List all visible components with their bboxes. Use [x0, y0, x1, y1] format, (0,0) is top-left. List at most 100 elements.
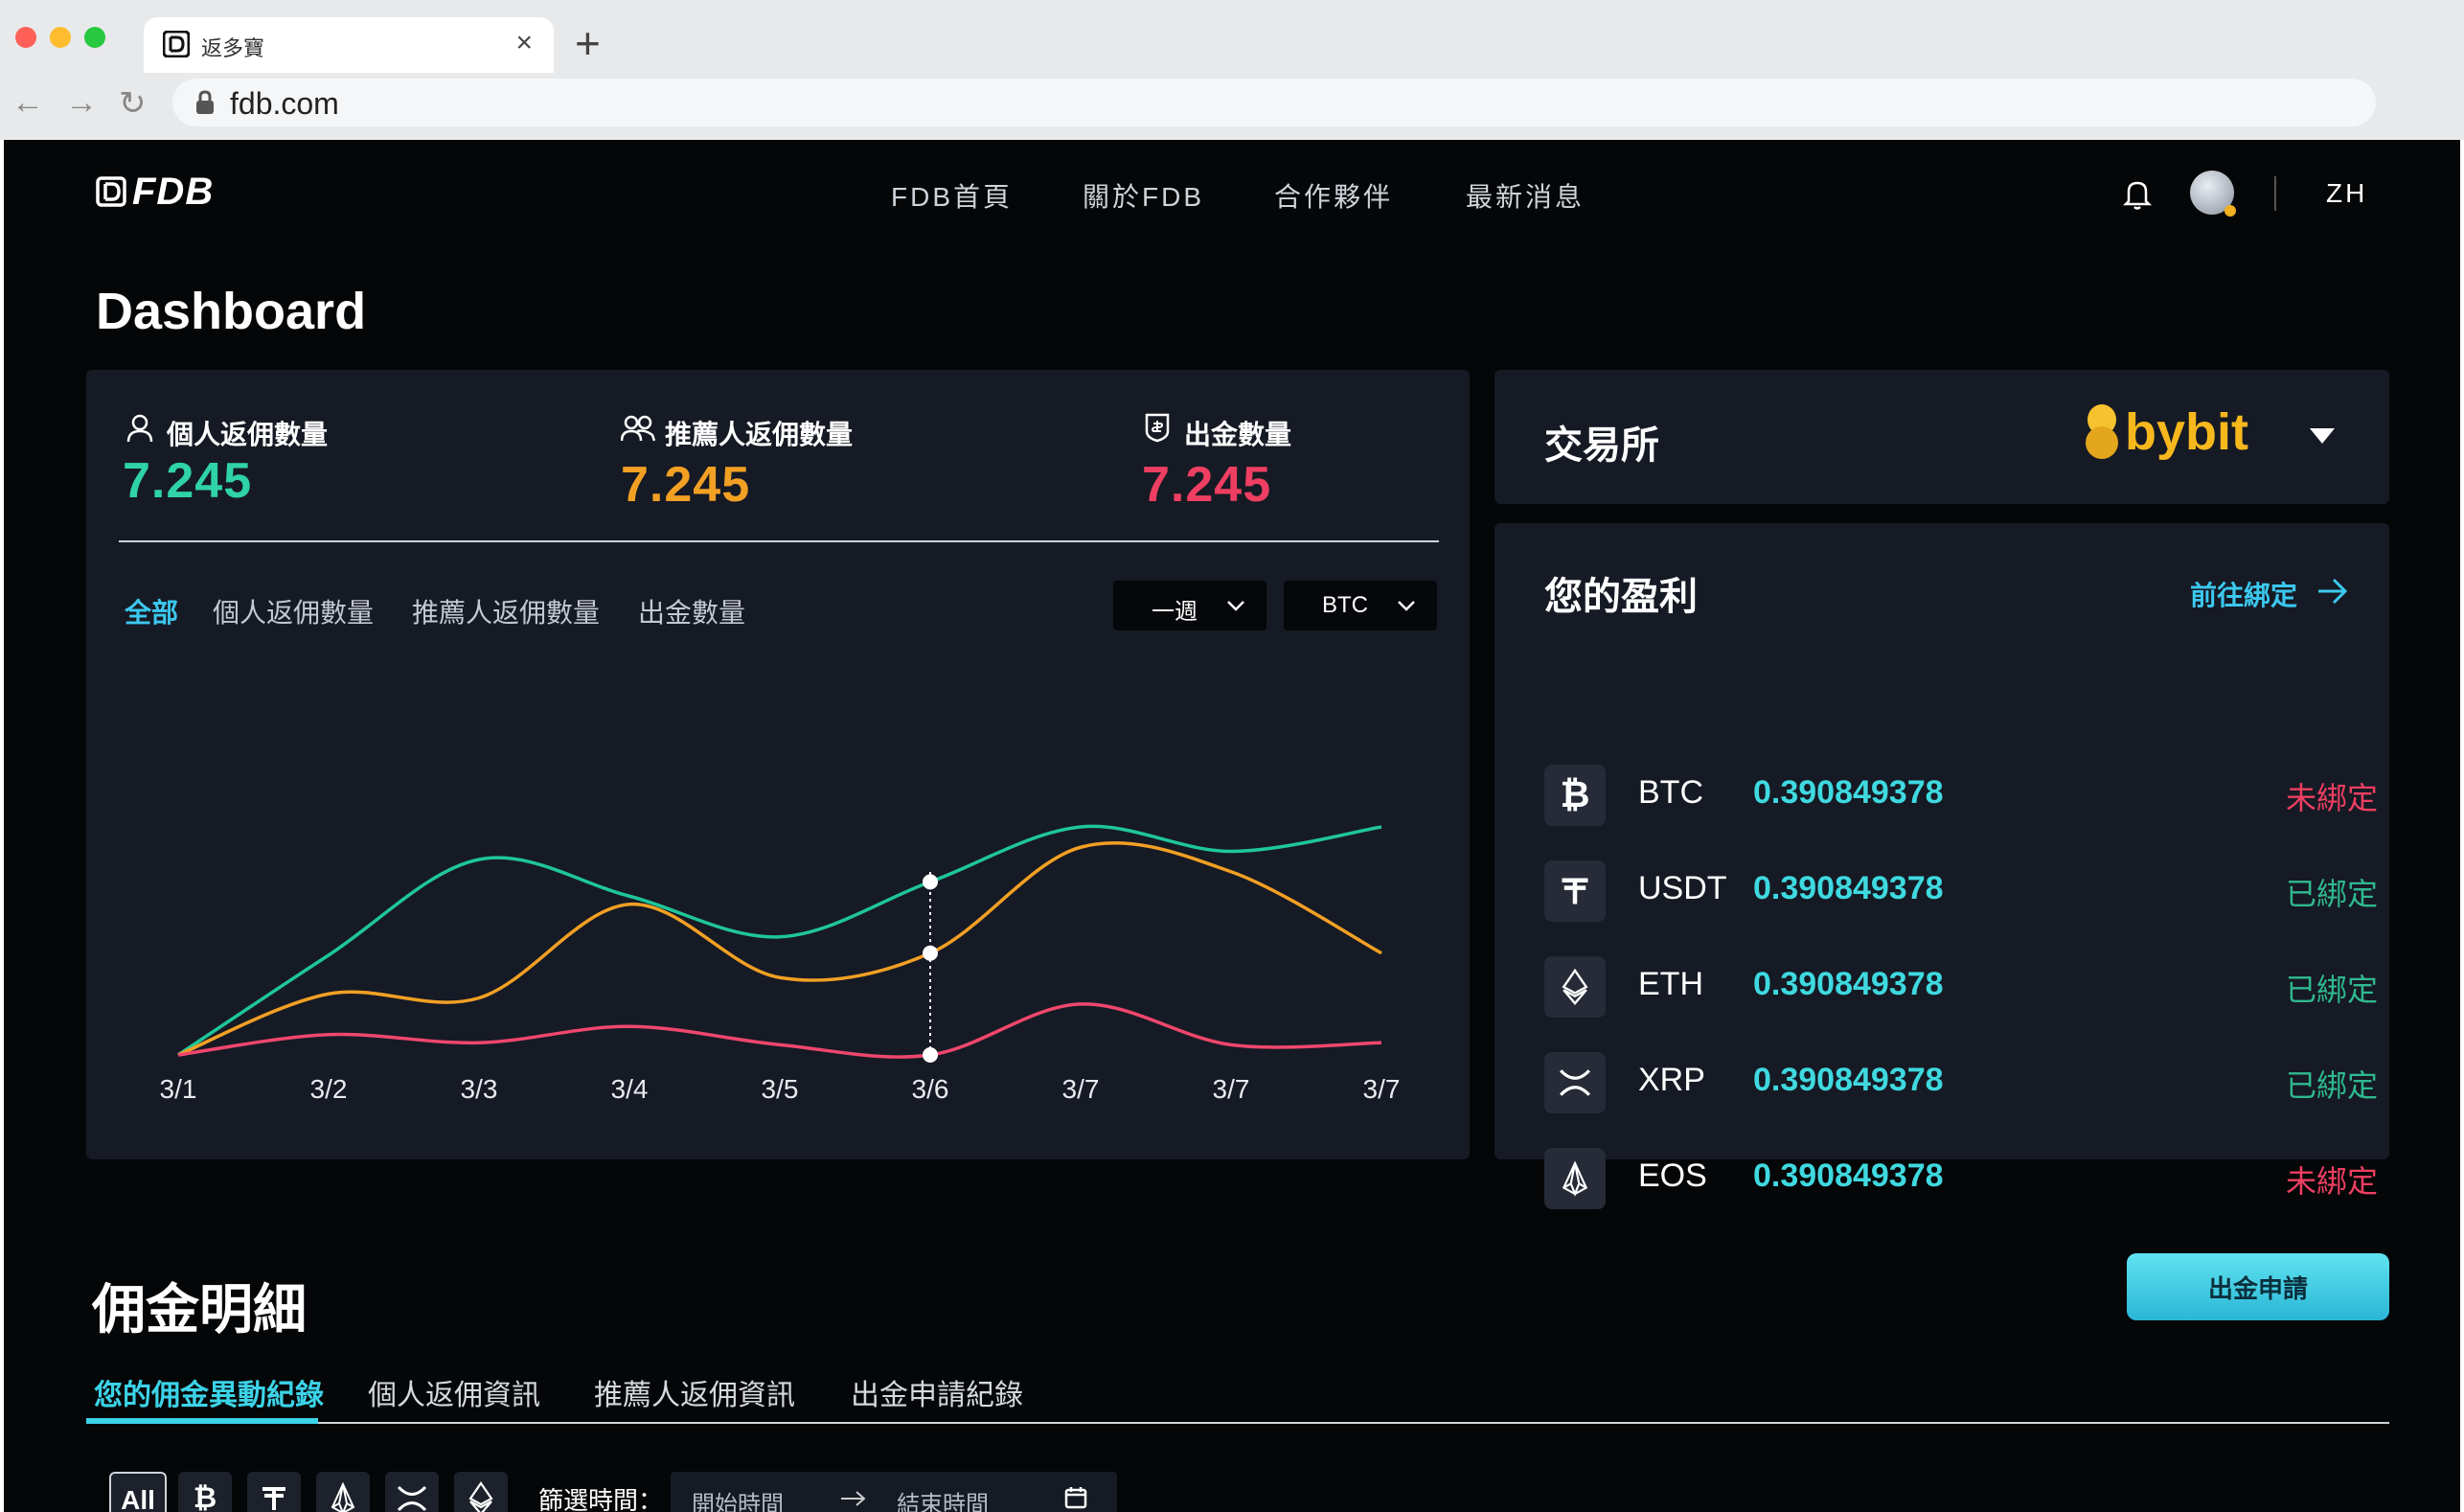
- active-tab-indicator: [86, 1418, 318, 1424]
- chart-tab-withdraw[interactable]: 出金數量: [638, 592, 745, 630]
- nav-divider: [2274, 176, 2276, 211]
- bitcoin-icon: ₿: [1544, 765, 1606, 826]
- chevron-down-icon: [1398, 601, 1415, 611]
- go-bind-label: 前往綁定: [2190, 581, 2298, 610]
- x-tick-label: 3/5: [761, 1074, 799, 1104]
- filter-eos-chip[interactable]: [316, 1472, 370, 1512]
- tab-personal-rebate-info[interactable]: 個人返佣資訊: [368, 1371, 540, 1413]
- withdraw-request-button[interactable]: 出金申請: [2127, 1253, 2389, 1320]
- app-root: FDB FDB首頁 關於FDB 合作夥伴 最新消息 ZH Dashboard 個…: [4, 140, 2460, 1512]
- maximize-window-button[interactable]: [84, 27, 105, 48]
- nav-link-home[interactable]: FDB首頁: [891, 176, 1013, 215]
- bell-icon[interactable]: [2123, 178, 2152, 211]
- coin-row-eos[interactable]: EOS 0.390849378 未綁定: [1544, 1144, 2378, 1213]
- nav-link-news[interactable]: 最新消息: [1466, 176, 1585, 215]
- coin-symbol: ETH: [1638, 966, 1703, 1002]
- tab-withdraw-records[interactable]: 出金申請紀錄: [851, 1371, 1023, 1413]
- xrp-icon: [1544, 1052, 1606, 1113]
- filter-all-chip[interactable]: All: [109, 1472, 167, 1512]
- filter-xrp-chip[interactable]: [385, 1472, 439, 1512]
- currency-dropdown[interactable]: BTC: [1284, 581, 1437, 630]
- currency-value: BTC: [1322, 592, 1368, 618]
- coin-profit-value: 0.390849378: [1753, 1062, 1944, 1098]
- end-date-input[interactable]: 結束時間: [897, 1485, 989, 1512]
- coin-row-usdt[interactable]: USDT 0.390849378 已綁定: [1544, 857, 2378, 926]
- calendar-icon[interactable]: [1063, 1485, 1088, 1510]
- coin-profit-value: 0.390849378: [1753, 966, 1944, 1002]
- filter-usdt-chip[interactable]: [247, 1472, 301, 1512]
- forward-icon[interactable]: →: [65, 84, 98, 122]
- period-dropdown[interactable]: 一週: [1113, 581, 1266, 630]
- tether-icon: [262, 1487, 285, 1510]
- bind-status[interactable]: 未綁定: [2286, 774, 2378, 818]
- bind-status[interactable]: 未綁定: [2286, 1157, 2378, 1202]
- withdraw-request-label: 出金申請: [2207, 1273, 2308, 1303]
- lock-icon: [196, 90, 214, 114]
- avatar[interactable]: [2190, 171, 2236, 217]
- withdraw-shield-icon: [1145, 413, 1170, 443]
- bind-status[interactable]: 已綁定: [2286, 966, 2378, 1010]
- page-title: Dashboard: [96, 283, 367, 340]
- coin-symbol: BTC: [1638, 774, 1703, 811]
- nav-link-partners[interactable]: 合作夥伴: [1274, 176, 1393, 215]
- chart-tab-all[interactable]: 全部: [125, 592, 178, 630]
- site-favicon-icon: [163, 31, 190, 57]
- x-tick-label: 3/3: [460, 1074, 498, 1104]
- exchange-selector[interactable]: bybit: [2083, 399, 2351, 475]
- eos-icon: [331, 1482, 355, 1512]
- new-tab-button[interactable]: +: [575, 21, 601, 65]
- coin-profit-value: 0.390849378: [1753, 870, 1944, 906]
- arrow-right-icon: [2318, 578, 2348, 605]
- people-icon: [621, 415, 655, 442]
- close-window-button[interactable]: [15, 27, 36, 48]
- metric-value-referral: 7.245: [621, 457, 751, 513]
- x-tick-label: 3/2: [309, 1074, 348, 1104]
- rebate-line-chart: [177, 824, 1382, 1063]
- filter-btc-chip[interactable]: ₿: [178, 1472, 232, 1512]
- language-switch[interactable]: ZH: [2326, 178, 2367, 209]
- highlight-point-0[interactable]: [923, 874, 938, 890]
- coin-row-btc[interactable]: ₿ BTC 0.390849378 未綁定: [1544, 761, 2378, 830]
- nav-link-about[interactable]: 關於FDB: [1083, 176, 1204, 215]
- x-tick-label: 3/6: [911, 1074, 949, 1104]
- chart-tab-referral[interactable]: 推薦人返佣數量: [412, 592, 600, 630]
- start-date-input[interactable]: 開始時間: [692, 1485, 784, 1512]
- coin-symbol: EOS: [1638, 1157, 1707, 1194]
- exchange-label: 交易所: [1544, 424, 1659, 467]
- metric-label-referral: 推薦人返佣數量: [665, 420, 854, 449]
- tab-referral-rebate-info[interactable]: 推薦人返佣資訊: [594, 1371, 795, 1413]
- reload-icon[interactable]: ↻: [119, 84, 147, 123]
- profit-title: 您的盈利: [1544, 576, 1698, 618]
- commission-title: 佣金明細: [92, 1279, 307, 1340]
- address-bar[interactable]: fdb.com: [172, 79, 2376, 126]
- bind-status[interactable]: 已綁定: [2286, 870, 2378, 914]
- metric-label-personal: 個人返佣數量: [167, 420, 329, 449]
- coin-row-xrp[interactable]: XRP 0.390849378 已綁定: [1544, 1048, 2378, 1117]
- browser-tab[interactable]: 返多寶 ×: [144, 17, 554, 73]
- x-tick-label: 3/7: [1362, 1074, 1401, 1104]
- highlight-point-2[interactable]: [923, 1047, 938, 1063]
- tab-commission-changes[interactable]: 您的佣金異動紀錄: [94, 1371, 324, 1413]
- chart-tab-personal[interactable]: 個人返佣數量: [213, 592, 374, 630]
- minimize-window-button[interactable]: [50, 27, 71, 48]
- bind-status[interactable]: 已綁定: [2286, 1062, 2378, 1106]
- period-value: 一週: [1152, 599, 1198, 625]
- back-icon[interactable]: ←: [11, 84, 44, 122]
- filter-all-label: All: [121, 1485, 155, 1512]
- ethereum-icon: [1544, 956, 1606, 1018]
- filter-time-label: 篩選時間：: [538, 1486, 664, 1512]
- highlight-point-1[interactable]: [923, 945, 938, 961]
- date-range-picker[interactable]: 開始時間 結束時間: [671, 1472, 1117, 1512]
- eos-icon: [1544, 1148, 1606, 1209]
- xrp-icon: [397, 1485, 427, 1512]
- series-line-2: [177, 1002, 1382, 1059]
- bybit-logo-icon: [2086, 404, 2118, 459]
- coin-row-eth[interactable]: ETH 0.390849378 已綁定: [1544, 952, 2378, 1021]
- metric-value-personal: 7.245: [123, 453, 253, 509]
- bitcoin-icon: ₿: [193, 1482, 217, 1512]
- go-bind-link[interactable]: 前往綁定: [2190, 573, 2353, 611]
- coin-symbol: XRP: [1638, 1062, 1705, 1098]
- tether-icon: [1544, 860, 1606, 922]
- close-tab-icon[interactable]: ×: [515, 27, 533, 59]
- filter-eth-chip[interactable]: [454, 1472, 508, 1512]
